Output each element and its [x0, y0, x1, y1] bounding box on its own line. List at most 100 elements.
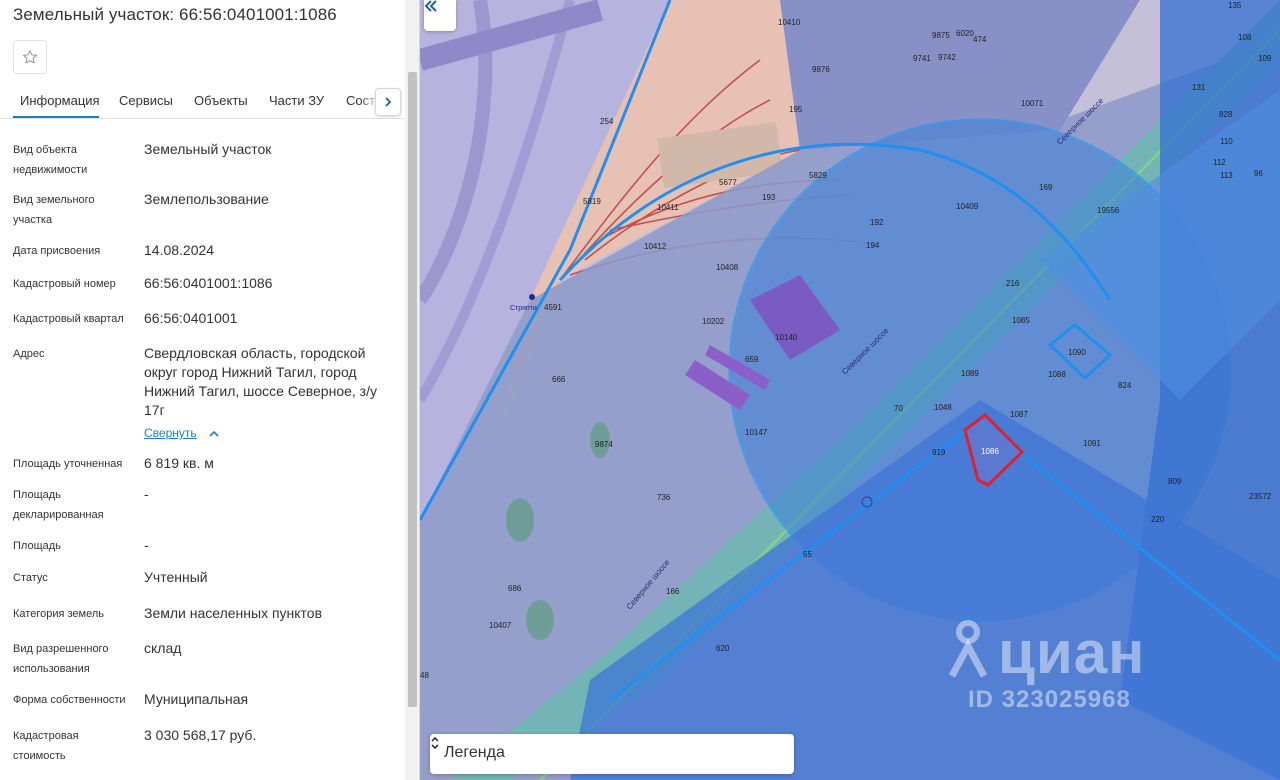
- station-label: Стряпти: [510, 305, 537, 312]
- info-label: Форма собственности: [13, 694, 126, 706]
- plot-number[interactable]: 135: [1228, 1, 1242, 10]
- favorite-button[interactable]: [13, 40, 47, 74]
- tab-services[interactable]: Сервисы: [119, 93, 173, 108]
- plot-number[interactable]: 23572: [1249, 492, 1272, 501]
- plot-number[interactable]: 1090: [1068, 348, 1086, 357]
- address-text: Свердловская область, городской округ го…: [144, 345, 377, 418]
- plot-number[interactable]: 220: [1151, 515, 1165, 524]
- info-value: 66:56:0401001: [144, 310, 238, 326]
- tabs-scroll-right-button[interactable]: [375, 88, 401, 116]
- info-value: склад: [144, 640, 182, 656]
- info-label: Адрес: [13, 348, 45, 360]
- info-value: 66:56:0401001:1086: [144, 275, 273, 291]
- info-value: Муниципальная: [144, 691, 249, 707]
- plot-number[interactable]: 109: [1258, 54, 1272, 63]
- info-value: Учтенный: [144, 569, 208, 585]
- plot-number[interactable]: 6020: [956, 29, 974, 38]
- tab-bar: Информация Сервисы Объекты Части ЗУ Сост…: [0, 84, 405, 119]
- plot-number[interactable]: 166: [666, 587, 680, 596]
- plot-number[interactable]: 48: [420, 671, 429, 680]
- plot-number[interactable]: 919: [932, 448, 946, 457]
- plot-number[interactable]: 169: [1039, 183, 1053, 192]
- plot-number[interactable]: 474: [973, 35, 987, 44]
- plot-number[interactable]: 9741: [913, 54, 931, 63]
- plot-number[interactable]: 9874: [595, 440, 613, 449]
- plot-number[interactable]: 1088: [1048, 370, 1066, 379]
- info-label: Дата присвоения: [13, 245, 101, 257]
- plot-number[interactable]: 809: [1168, 477, 1182, 486]
- plot-number[interactable]: 1085: [1012, 316, 1030, 325]
- plot-number[interactable]: 620: [716, 644, 730, 653]
- tab-info[interactable]: Информация: [20, 93, 100, 108]
- plot-number[interactable]: 108: [1238, 33, 1252, 42]
- plot-number[interactable]: 1091: [1083, 439, 1101, 448]
- plot-number[interactable]: 110: [1220, 137, 1233, 146]
- map-canvas[interactable]: 1086 Северное шоссе Северное шоссе Север…: [420, 0, 1280, 780]
- info-value: -: [144, 537, 149, 553]
- green-area: [526, 600, 554, 640]
- info-label: Площадь декларированная: [13, 489, 104, 521]
- plot-number[interactable]: 9875: [932, 31, 950, 40]
- plot-number[interactable]: 10411: [657, 203, 679, 212]
- plot-number[interactable]: 9876: [812, 65, 830, 74]
- plot-number[interactable]: 10071: [1021, 99, 1044, 108]
- plot-number[interactable]: 5819: [583, 197, 601, 206]
- cadastral-map[interactable]: 1086 Северное шоссе Северное шоссе Север…: [420, 0, 1280, 780]
- info-label: Статус: [13, 572, 48, 584]
- plot-number[interactable]: 10412: [644, 242, 667, 251]
- info-label: Вид разрешенного использования: [13, 643, 109, 675]
- legend-dropdown[interactable]: Легенда: [430, 734, 794, 774]
- plot-number[interactable]: 686: [508, 584, 522, 593]
- plot-number[interactable]: 194: [866, 241, 880, 250]
- info-value: 6 819 кв. м: [144, 455, 214, 471]
- plot-number[interactable]: 10408: [716, 263, 739, 272]
- plot-number[interactable]: 96: [1254, 169, 1263, 178]
- plot-number[interactable]: 9742: [938, 53, 956, 62]
- plot-number[interactable]: 112: [1213, 158, 1226, 167]
- plot-number[interactable]: 10147: [745, 428, 768, 437]
- chevron-up-icon[interactable]: [208, 430, 219, 437]
- plot-number[interactable]: 113: [1220, 171, 1233, 180]
- legend-label: Легенда: [444, 744, 505, 761]
- plot-number[interactable]: 216: [1006, 279, 1020, 288]
- tab-parts[interactable]: Части ЗУ: [269, 93, 324, 108]
- info-label: Площадь уточненная: [13, 458, 123, 470]
- collapse-panel-button[interactable]: [424, 0, 456, 31]
- plot-number[interactable]: 19556: [1097, 206, 1120, 215]
- info-label: Кадастровая стоимость: [13, 730, 79, 762]
- plot-number[interactable]: 10202: [702, 317, 725, 326]
- plot-number[interactable]: 10409: [956, 202, 979, 211]
- plot-number[interactable]: 1089: [961, 369, 979, 378]
- info-value-address: Свердловская область, городской округ го…: [144, 344, 394, 443]
- info-value: -: [144, 486, 149, 502]
- info-value: Земельный участок: [144, 141, 272, 157]
- address-collapse-link[interactable]: Свернуть: [144, 424, 197, 443]
- plot-number[interactable]: 10410: [778, 18, 801, 27]
- plot-number[interactable]: 824: [1118, 381, 1132, 390]
- panel-scrollbar[interactable]: [405, 0, 419, 780]
- plot-number[interactable]: 666: [552, 375, 566, 384]
- green-area: [506, 498, 534, 542]
- plot-number[interactable]: 5829: [809, 171, 827, 180]
- plot-number[interactable]: 192: [870, 218, 884, 227]
- plot-number[interactable]: 5677: [719, 178, 737, 187]
- plot-number[interactable]: 828: [1219, 110, 1233, 119]
- plot-number[interactable]: 736: [657, 493, 671, 502]
- plot-number[interactable]: 193: [762, 193, 776, 202]
- scrollbar-thumb[interactable]: [408, 72, 417, 707]
- plot-number[interactable]: 1087: [1010, 410, 1028, 419]
- plot-number[interactable]: 195: [789, 105, 803, 114]
- plot-number[interactable]: 659: [745, 355, 759, 364]
- plot-number[interactable]: 1048: [934, 403, 952, 412]
- plot-number[interactable]: 4591: [544, 303, 562, 312]
- watermark-brand: циан: [998, 619, 1146, 686]
- tab-objects[interactable]: Объекты: [194, 93, 248, 108]
- plot-number[interactable]: 254: [600, 117, 614, 126]
- page-title: Земельный участок: 66:56:0401001:1086: [13, 5, 337, 24]
- plot-number[interactable]: 131: [1192, 83, 1206, 92]
- plot-number[interactable]: 10407: [489, 621, 512, 630]
- plot-number[interactable]: 10140: [775, 333, 798, 342]
- plot-number[interactable]: 55: [803, 550, 812, 559]
- double-chevron-left-icon: [424, 0, 437, 12]
- plot-number[interactable]: 70: [894, 404, 903, 413]
